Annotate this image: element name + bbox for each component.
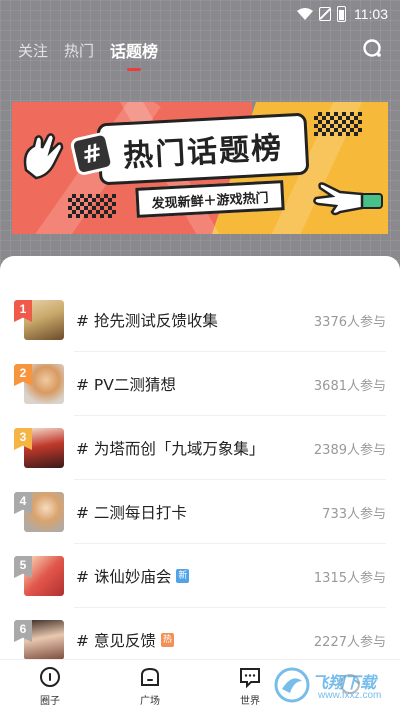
participant-count: 3681人参与 (313, 378, 386, 394)
list-item[interactable]: 1 # 抢先测试反馈收集 3376人参与 (0, 288, 400, 352)
top-tabs: 关注 热门 话题榜 (18, 38, 158, 62)
topic-rank-banner[interactable]: # 热门话题榜 发现新鲜＋游戏热门 (12, 102, 388, 234)
clock: 11:03 (354, 6, 388, 22)
watermark-logo-icon (274, 667, 310, 703)
topic-thumbnail: 1 (14, 300, 64, 340)
hand-illustration-icon (23, 133, 64, 180)
bottom-nav-label: 圈子 (40, 695, 60, 707)
topic-thumbnail: 3 (14, 428, 64, 468)
battery-icon (337, 6, 346, 22)
bottom-nav-world[interactable]: 世界 (220, 665, 280, 707)
checker-pattern (68, 194, 116, 218)
rank-badge: 1 (14, 300, 32, 322)
topic-title: # 为塔而创「九域万象集」 (76, 440, 265, 458)
status-bar: 11:03 (0, 0, 400, 28)
participant-count: 2227人参与 (313, 634, 386, 650)
topic-thumbnail: 4 (14, 492, 64, 532)
hot-badge: 热 (160, 633, 174, 647)
rank-badge: 2 (14, 364, 32, 386)
search-icon[interactable] (362, 38, 384, 60)
list-item[interactable]: 2 # PV二测猜想 3681人参与 (0, 352, 400, 416)
no-sim-icon (319, 7, 331, 21)
topic-list-panel: 1 # 抢先测试反馈收集 3376人参与 2 # PV二测猜想 3681人参与 … (0, 256, 400, 711)
topic-title: # 意见反馈 (76, 632, 156, 650)
topic-title: # 抢先测试反馈收集 (76, 312, 218, 330)
participant-count: 3376人参与 (313, 314, 386, 330)
wifi-icon (297, 8, 313, 20)
rank-badge: 5 (14, 556, 32, 578)
topic-list: 1 # 抢先测试反馈收集 3376人参与 2 # PV二测猜想 3681人参与 … (0, 288, 400, 672)
tab-follow[interactable]: 关注 (18, 40, 48, 61)
participant-count: 733人参与 (322, 506, 386, 522)
circle-dot-icon (40, 666, 60, 687)
bottom-nav-circle[interactable]: 圈子 (20, 665, 80, 707)
list-item[interactable]: 3 # 为塔而创「九域万象集」 2389人参与 (0, 416, 400, 480)
participant-count: 1315人参与 (313, 570, 386, 586)
banner-title: 热门话题榜 (122, 130, 284, 175)
new-badge: 新 (176, 569, 190, 583)
topic-thumbnail: 6 (14, 620, 64, 660)
watermark: 飞翔下载 www.fxxz.com (272, 663, 392, 707)
banner-subtitle: 发现新鲜＋游戏热门 (151, 190, 269, 212)
rank-badge: 3 (14, 428, 32, 450)
rank-badge: 4 (14, 492, 32, 514)
topic-thumbnail: 2 (14, 364, 64, 404)
chat-icon (240, 667, 260, 688)
tab-hot[interactable]: 热门 (64, 40, 94, 61)
banner-title-box: # 热门话题榜 (69, 112, 310, 186)
topic-title: # 诛仙妙庙会 (76, 568, 172, 586)
topic-title: # 二测每日打卡 (76, 504, 187, 522)
bottom-nav-label: 世界 (240, 695, 260, 707)
list-item[interactable]: 5 # 诛仙妙庙会 新 1315人参与 (0, 544, 400, 608)
watermark-url: www.fxxz.com (318, 690, 382, 701)
list-item[interactable]: 4 # 二测每日打卡 733人参与 (0, 480, 400, 544)
topic-thumbnail: 5 (14, 556, 64, 596)
tab-topic-rank[interactable]: 话题榜 (110, 38, 158, 62)
participant-count: 2389人参与 (313, 442, 386, 458)
bottom-nav-square[interactable]: 广场 (120, 665, 180, 707)
rock-hand-icon (313, 182, 383, 216)
home-icon (141, 667, 159, 686)
bottom-nav-label: 广场 (140, 695, 160, 707)
topic-title: # PV二测猜想 (76, 376, 176, 394)
checker-pattern (314, 112, 362, 136)
rank-badge: 6 (14, 620, 32, 642)
hash-tag-icon: # (69, 131, 115, 177)
